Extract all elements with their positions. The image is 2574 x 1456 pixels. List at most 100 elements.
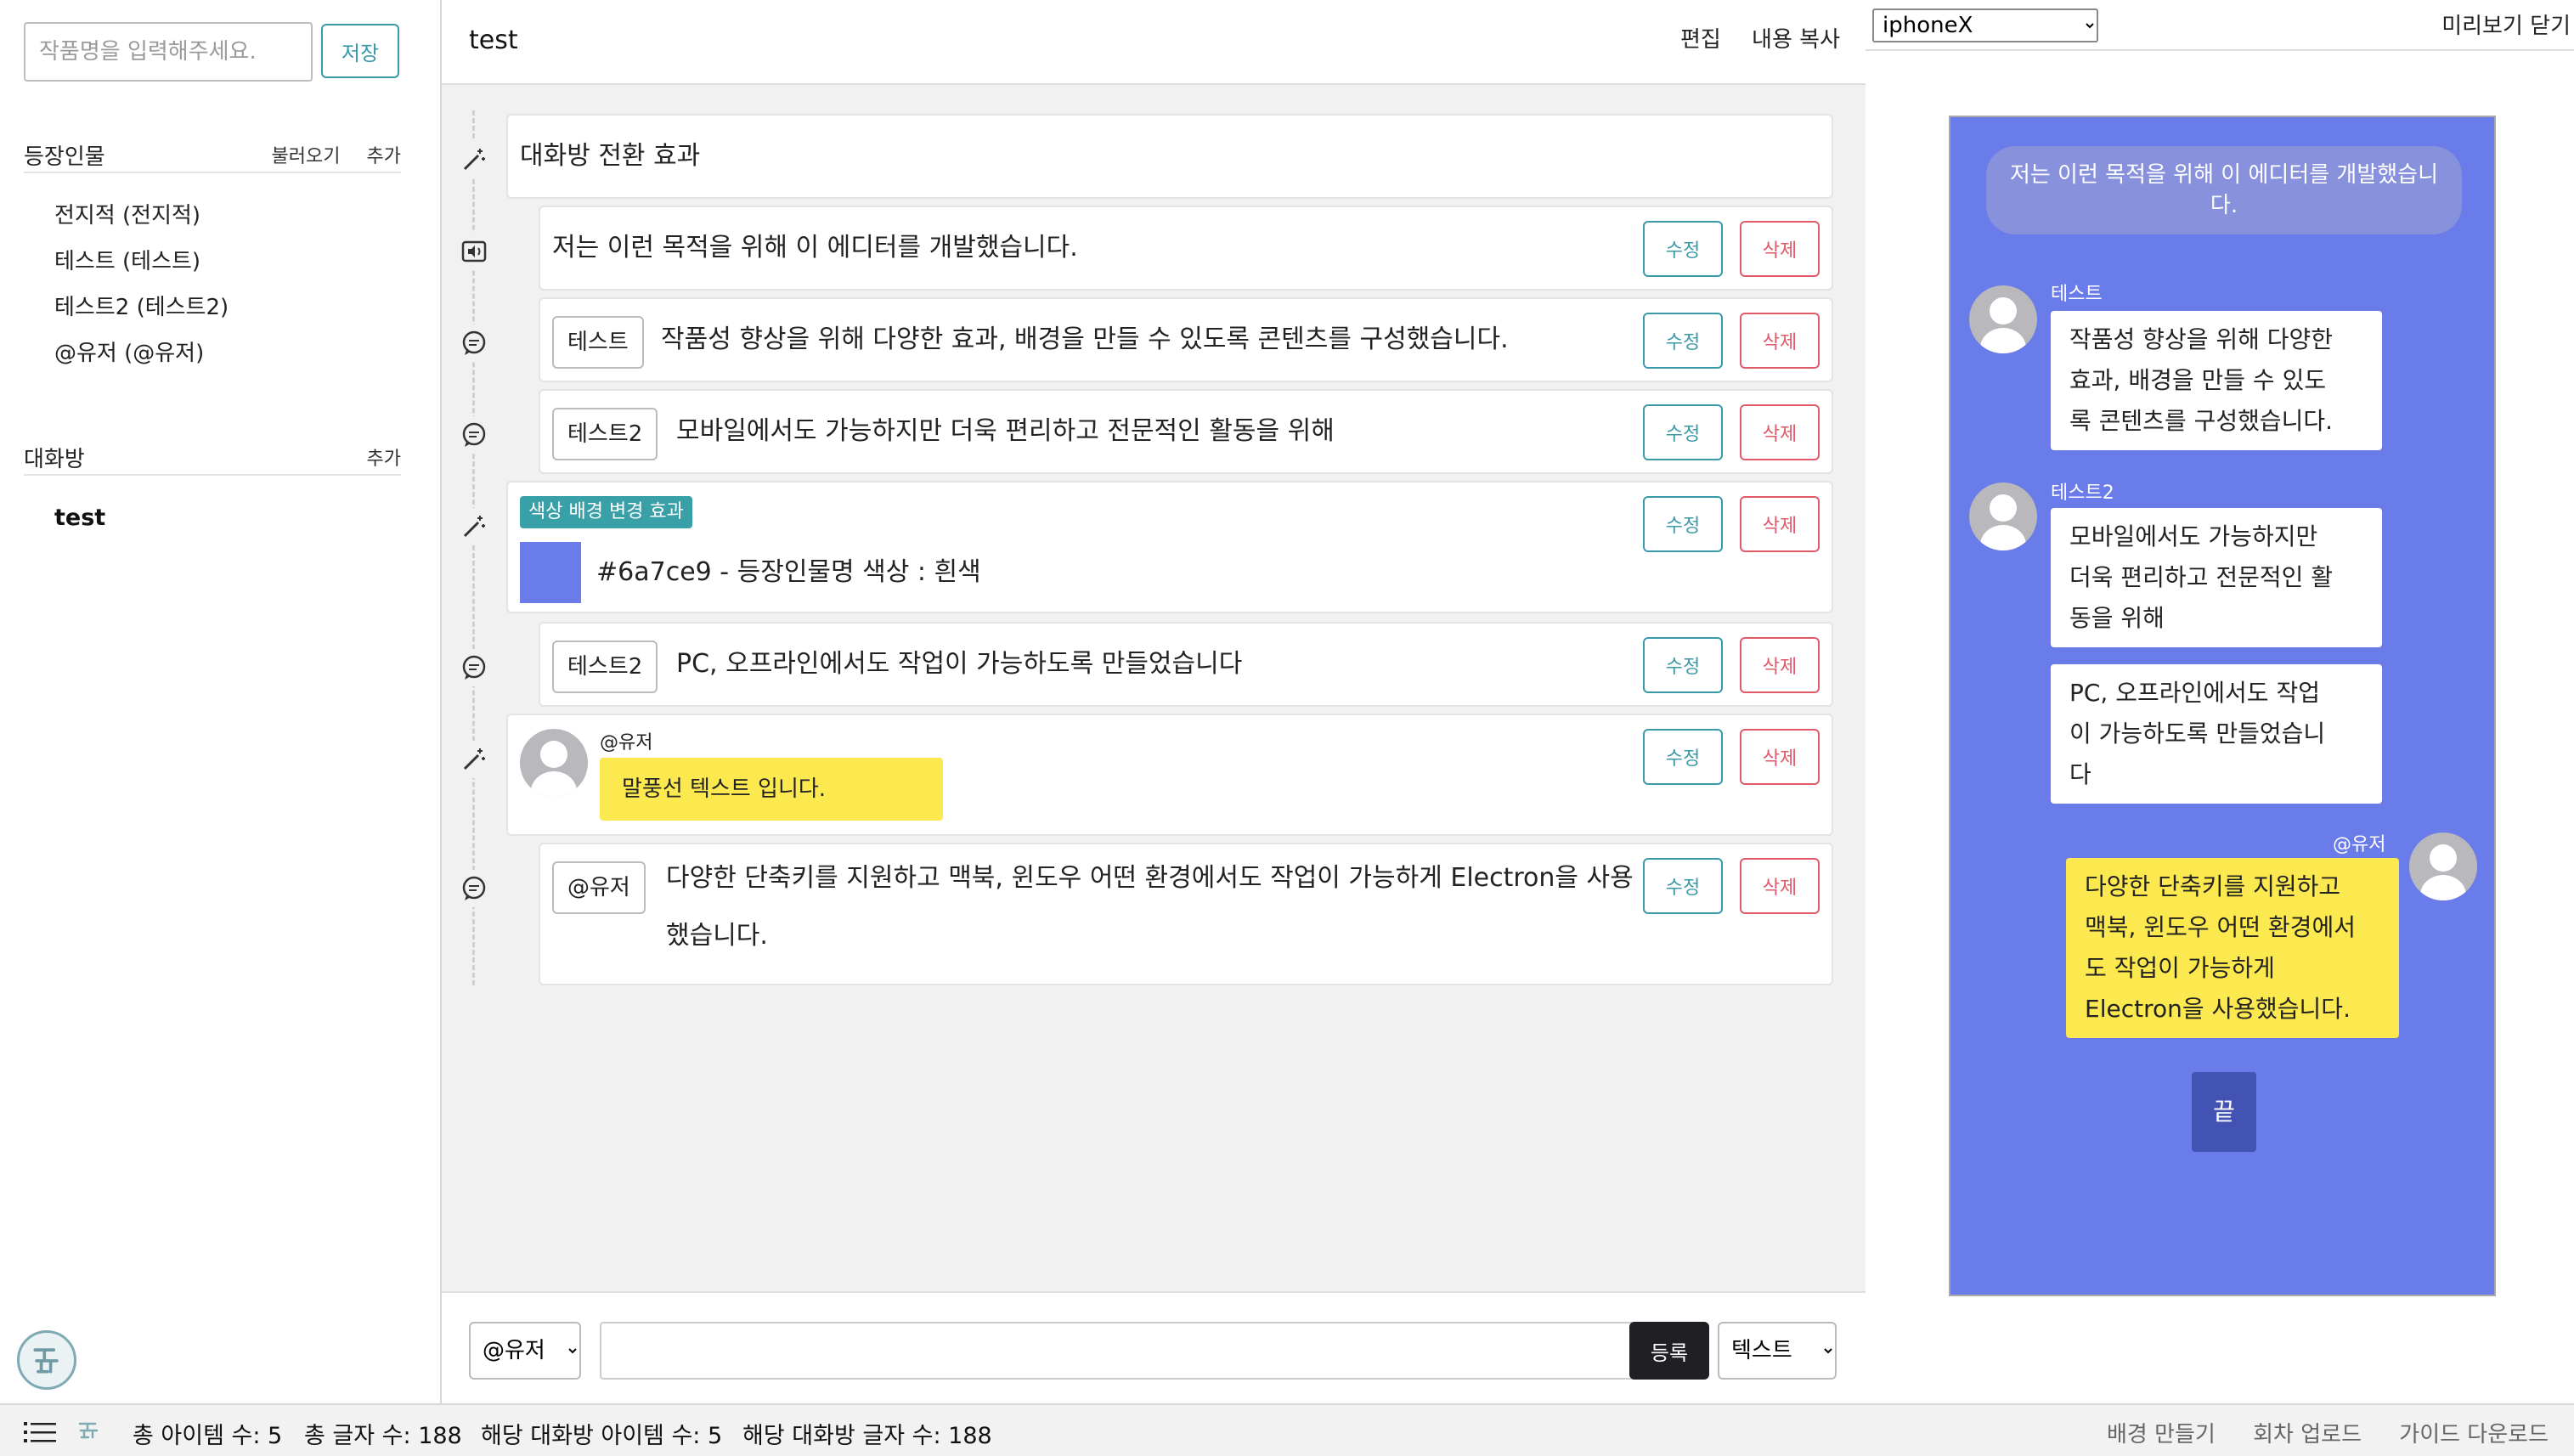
speaker-tag: @유저	[552, 861, 646, 914]
delete-item-button[interactable]: 삭제	[1740, 496, 1820, 552]
effect-card-room-transition[interactable]: 대화방 전환 효과	[506, 114, 1833, 199]
total-chars-stat: 총 글자 수: 188	[304, 1423, 462, 1449]
copy-content-button[interactable]: 내용 복사	[1752, 27, 1840, 53]
edit-item-button[interactable]: 수정	[1643, 313, 1723, 369]
message-card[interactable]: 테스트2 PC, 오프라인에서도 작업이 가능하도록 만들었습니다 수정 삭제	[539, 622, 1833, 707]
editor-header: test 편집 내용 복사	[442, 0, 1866, 85]
preview-speaker-name: 테스트	[2051, 284, 2103, 305]
make-background-link[interactable]: 배경 만들기	[2107, 1422, 2216, 1448]
delete-item-button[interactable]: 삭제	[1740, 313, 1820, 369]
add-room-button[interactable]: 추가	[367, 449, 401, 470]
edit-item-button[interactable]: 수정	[1643, 858, 1723, 914]
delete-item-button[interactable]: 삭제	[1740, 221, 1820, 277]
message-card[interactable]: 테스트 작품성 향상을 위해 다양한 효과, 배경을 만들 수 있도록 콘텐츠를…	[539, 297, 1833, 382]
effect-text: 대화방 전환 효과	[520, 141, 701, 171]
character-list: 전지적 (전지적) 테스트 (테스트) 테스트2 (테스트2) @유저 (@유저…	[54, 200, 229, 384]
edit-button[interactable]: 편집	[1680, 27, 1721, 53]
edit-item-button[interactable]: 수정	[1643, 221, 1723, 277]
character-item[interactable]: 테스트 (테스트)	[54, 246, 229, 292]
message-text: 모바일에서도 가능하지만 더욱 편리하고 전문적인 활동을 위해	[676, 416, 1335, 446]
characters-header: 등장인물 불러오기 추가	[24, 139, 401, 173]
magic-wand-icon	[455, 741, 493, 778]
preview-bubble: PC, 오프라인에서도 작업 이 가능하도록 만들었습니 다	[2051, 664, 2382, 804]
avatar	[1969, 285, 2037, 353]
message-text-line: 다양한 단축키를 지원하고 맥북, 윈도우 어떤 환경에서도 작업이 가능하게 …	[666, 863, 1634, 893]
end-button[interactable]: 끝	[2192, 1072, 2256, 1152]
message-text-line: 했습니다.	[666, 921, 768, 951]
chat-bubble-icon	[455, 870, 493, 907]
chat-bubble-icon	[455, 324, 493, 362]
narration-icon	[455, 233, 493, 270]
character-item[interactable]: @유저 (@유저)	[54, 338, 229, 384]
total-items-stat: 총 아이템 수: 5	[133, 1423, 283, 1449]
delete-item-button[interactable]: 삭제	[1740, 858, 1820, 914]
rooms-header: 대화방 추가	[24, 442, 401, 476]
magic-wand-icon	[455, 508, 493, 545]
submit-button[interactable]: 등록	[1629, 1322, 1709, 1380]
sidebar: 저장 등장인물 불러오기 추가 전지적 (전지적) 테스트 (테스트) 테스트2…	[0, 0, 442, 1403]
download-guide-link[interactable]: 가이드 다운로드	[2399, 1422, 2549, 1448]
preview-panel: iphoneX 미리보기 닫기 저는 이런 목적을 위해 이 에디터를 개발했습…	[1866, 0, 2574, 1403]
message-input[interactable]	[600, 1322, 1646, 1380]
room-item-test[interactable]: test	[54, 505, 105, 531]
effect-card-color-background[interactable]: 색상 배경 변경 효과 #6a7ce9 - 등장인물명 색상 : 흰색 수정 삭…	[506, 481, 1833, 613]
preview-speaker-name: 테스트2	[2051, 483, 2114, 504]
close-preview-button[interactable]: 미리보기 닫기	[2441, 8, 2571, 40]
delete-item-button[interactable]: 삭제	[1740, 404, 1820, 460]
effect-badge: 색상 배경 변경 효과	[520, 496, 692, 528]
app-logo-icon[interactable]	[17, 1330, 76, 1390]
message-card[interactable]: 테스트2 모바일에서도 가능하지만 더욱 편리하고 전문적인 활동을 위해 수정…	[539, 389, 1833, 474]
rooms-label: 대화방	[24, 447, 85, 472]
narration-card[interactable]: 저는 이런 목적을 위해 이 에디터를 개발했습니다. 수정 삭제	[539, 206, 1833, 291]
save-button[interactable]: 저장	[321, 24, 399, 78]
edit-item-button[interactable]: 수정	[1643, 404, 1723, 460]
message-card[interactable]: @유저 다양한 단축키를 지원하고 맥북, 윈도우 어떤 환경에서도 작업이 가…	[539, 843, 1833, 985]
message-text: 작품성 향상을 위해 다양한 효과, 배경을 만들 수 있도록 콘텐츠를 구성했…	[661, 324, 1509, 354]
speaker-tag: 테스트2	[552, 408, 658, 460]
color-swatch	[520, 542, 581, 603]
preview-bubble: 작품성 향상을 위해 다양한 효과, 배경을 만들 수 있도 록 콘텐츠를 구성했습…	[2051, 311, 2382, 450]
chat-bubble-icon	[455, 416, 493, 454]
speaker-tag: 테스트2	[552, 641, 658, 693]
avatar	[520, 729, 588, 797]
preview-toolbar: iphoneX 미리보기 닫기	[1866, 0, 2574, 51]
delete-item-button[interactable]: 삭제	[1740, 729, 1820, 785]
chat-bubble-icon	[455, 649, 493, 686]
delete-item-button[interactable]: 삭제	[1740, 637, 1820, 693]
item-type-select[interactable]: 텍스트	[1718, 1322, 1837, 1380]
effect-card-speech-bubble[interactable]: @유저 말풍선 텍스트 입니다. 수정 삭제	[506, 714, 1833, 836]
character-item[interactable]: 전지적 (전지적)	[54, 200, 229, 246]
compose-bar: @유저 등록 텍스트	[442, 1291, 1866, 1403]
upload-episode-link[interactable]: 회차 업로드	[2253, 1422, 2362, 1448]
message-text: PC, 오프라인에서도 작업이 가능하도록 만들었습니다	[676, 649, 1243, 679]
speaker-select[interactable]: @유저	[469, 1322, 581, 1380]
device-select[interactable]: iphoneX	[1872, 8, 2098, 42]
list-icon[interactable]	[24, 1420, 56, 1444]
edit-item-button[interactable]: 수정	[1643, 496, 1723, 552]
load-characters-button[interactable]: 불러오기	[272, 146, 341, 167]
speech-bubble-text: 말풍선 텍스트 입니다.	[600, 758, 943, 821]
preview-bubble: 모바일에서도 가능하지만 더욱 편리하고 전문적인 활 동을 위해	[2051, 508, 2382, 647]
preview-bubble-yellow: 다양한 단축키를 지원하고 맥북, 윈도우 어떤 환경에서 도 작업이 가능하게 El…	[2066, 858, 2399, 1038]
character-item[interactable]: 테스트2 (테스트2)	[54, 292, 229, 338]
room-items-stat: 해당 대화방 아이템 수: 5	[481, 1423, 723, 1449]
effect-text: #6a7ce9 - 등장인물명 색상 : 흰색	[596, 557, 981, 587]
app-logo-small-icon	[78, 1422, 99, 1439]
status-bar: 총 아이템 수: 5 총 글자 수: 188 해당 대화방 아이템 수: 5 해…	[0, 1403, 2574, 1456]
preview-notice: 저는 이런 목적을 위해 이 에디터를 개발했습니다.	[1986, 146, 2462, 234]
narration-text: 저는 이런 목적을 위해 이 에디터를 개발했습니다.	[552, 233, 1078, 262]
edit-item-button[interactable]: 수정	[1643, 729, 1723, 785]
phone-preview: 저는 이런 목적을 위해 이 에디터를 개발했습니다. 테스트 작품성 향상을 …	[1949, 116, 2496, 1296]
preview-speaker-name: @유저	[2333, 834, 2386, 855]
title-input[interactable]	[24, 22, 313, 82]
avatar	[1969, 483, 2037, 550]
edit-item-button[interactable]: 수정	[1643, 637, 1723, 693]
speaker-tag: 테스트	[552, 316, 644, 369]
magic-wand-icon	[455, 141, 493, 178]
room-chars-stat: 해당 대화방 글자 수: 188	[742, 1423, 992, 1449]
add-character-button[interactable]: 추가	[367, 146, 401, 167]
avatar	[2409, 832, 2477, 900]
page-title: test	[469, 25, 518, 55]
bubble-speaker-name: @유저	[600, 732, 653, 753]
editor-panel: test 편집 내용 복사 대화방 전환 효과 저는 이런 목적을 위해 이 에…	[442, 0, 1866, 1403]
